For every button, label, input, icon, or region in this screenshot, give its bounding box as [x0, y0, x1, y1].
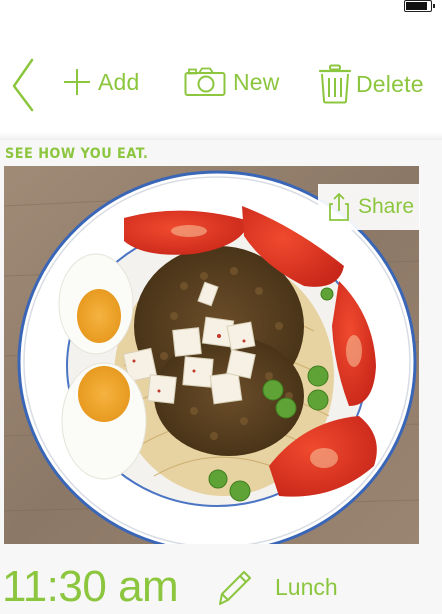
share-button[interactable]: Share [318, 184, 420, 230]
share-icon [329, 192, 349, 221]
camera-icon [184, 67, 226, 96]
chevron-left-icon [12, 58, 34, 112]
trash-icon [318, 64, 352, 104]
card-divider [0, 132, 442, 140]
meal-time-row: 11:30 am Lunch [0, 560, 442, 614]
add-button[interactable]: Add [62, 67, 140, 97]
toolbar: Add New Delete [0, 50, 442, 120]
meal-type-label[interactable]: Lunch [275, 574, 338, 601]
add-label: Add [98, 68, 140, 95]
delete-label: Delete [356, 70, 424, 97]
meal-time[interactable]: 11:30 am [2, 562, 179, 612]
pencil-icon[interactable] [214, 566, 254, 608]
status-bar [0, 0, 442, 20]
tagline: SEE HOW YOU EAT. [5, 146, 149, 162]
battery-icon [404, 0, 435, 12]
new-label: New [233, 68, 280, 95]
delete-button[interactable]: Delete [318, 64, 424, 104]
new-photo-button[interactable]: New [184, 67, 280, 97]
back-button[interactable] [10, 56, 38, 112]
plus-icon [64, 69, 90, 95]
share-label: Share [358, 195, 415, 218]
